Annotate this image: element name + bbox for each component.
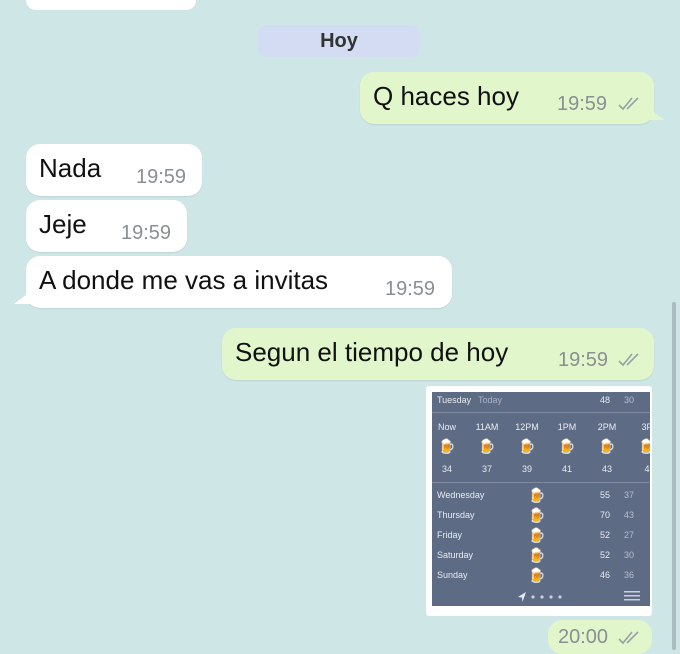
date-chip-label: Hoy <box>320 29 358 52</box>
message-text: A donde me vas a invitas <box>39 265 329 295</box>
double-check-icon <box>618 97 639 111</box>
date-chip: Hoy <box>258 25 420 57</box>
outgoing-message[interactable]: Segun el tiempo de hoy 19:59 <box>222 328 654 380</box>
message-time: 20:00 <box>558 626 609 648</box>
list-icon <box>624 591 640 601</box>
divider <box>432 412 650 413</box>
weather-screenshot: Tuesday Today 48 30 Now 🍺 34 11AM 🍺 37 1… <box>432 392 650 606</box>
weather-high: 48 <box>600 395 611 405</box>
forecast-high: 70 <box>600 510 611 520</box>
weather-footer <box>432 588 650 606</box>
double-check-icon <box>618 353 639 367</box>
hour-temp: 34 <box>441 464 452 474</box>
message-time: 19:59 <box>136 166 187 188</box>
image-message[interactable]: Tuesday Today 48 30 Now 🍺 34 11AM 🍺 37 1… <box>426 386 652 616</box>
forecast-low: 27 <box>624 530 635 540</box>
page-dots-icon <box>531 595 562 599</box>
weather-today-label: Today <box>478 395 503 405</box>
image-timestamp-bubble: 20:00 <box>548 620 652 654</box>
forecast-day: Wednesday <box>437 490 485 500</box>
hour-temp: 37 <box>481 464 492 474</box>
double-check-icon <box>618 631 639 645</box>
beer-icon: 🍺 <box>528 527 546 543</box>
outgoing-message[interactable]: Q haces hoy 19:59 <box>360 72 664 124</box>
message-time: 19:59 <box>121 222 172 244</box>
forecast-high: 52 <box>600 550 611 560</box>
bubble-tail <box>648 108 664 120</box>
forecast-day: Thursday <box>437 510 475 520</box>
incoming-message[interactable]: Jeje 19:59 <box>26 200 187 252</box>
message-text: Q haces hoy <box>373 81 519 111</box>
hour-temp: 39 <box>521 464 532 474</box>
beer-icon: 🍺 <box>528 507 546 523</box>
incoming-message[interactable]: A donde me vas a invitas 19:59 <box>14 256 452 308</box>
weather-low: 30 <box>624 395 635 405</box>
hour-temp: 41 <box>561 464 572 474</box>
beer-icon: 🍺 <box>528 487 546 503</box>
message-time: 19:59 <box>558 349 609 371</box>
message-time: 19:59 <box>557 93 608 115</box>
forecast-day: Sunday <box>437 570 468 580</box>
hour-label: 1PM <box>557 422 577 432</box>
beer-icon: 🍺 <box>598 438 616 454</box>
hour-label: 11AM <box>475 422 499 432</box>
weather-day: Tuesday <box>437 395 472 405</box>
forecast-low: 43 <box>624 510 635 520</box>
hour-label: Now <box>437 422 456 432</box>
location-arrow-icon <box>518 592 526 602</box>
message-text: Segun el tiempo de hoy <box>235 337 509 367</box>
forecast-low: 30 <box>624 550 635 560</box>
hour-label: 2PM <box>597 422 617 432</box>
hour-temp: 4 <box>644 464 650 474</box>
beer-icon: 🍺 <box>638 438 650 454</box>
scrollbar[interactable] <box>672 302 676 650</box>
beer-icon: 🍺 <box>528 567 546 583</box>
hour-label: 12PM <box>515 422 539 432</box>
previous-message-bubble <box>26 0 196 10</box>
divider <box>432 482 650 483</box>
incoming-message[interactable]: Nada 19:59 <box>26 144 202 196</box>
message-text: Jeje <box>39 209 87 239</box>
forecast-high: 55 <box>600 490 611 500</box>
hour-temp: 43 <box>601 464 612 474</box>
forecast-low: 37 <box>624 490 635 500</box>
forecast-high: 46 <box>600 570 611 580</box>
forecast-low: 36 <box>624 570 635 580</box>
beer-icon: 🍺 <box>438 438 456 454</box>
hour-label: 3P <box>641 422 650 432</box>
beer-icon: 🍺 <box>518 438 536 454</box>
forecast-day: Saturday <box>437 550 474 560</box>
beer-icon: 🍺 <box>528 547 546 563</box>
bubble-tail <box>14 292 30 304</box>
message-time: 19:59 <box>385 278 436 300</box>
beer-icon: 🍺 <box>558 438 576 454</box>
beer-icon: 🍺 <box>478 438 496 454</box>
forecast-high: 52 <box>600 530 611 540</box>
forecast-day: Friday <box>437 530 463 540</box>
message-text: Nada <box>39 153 102 183</box>
